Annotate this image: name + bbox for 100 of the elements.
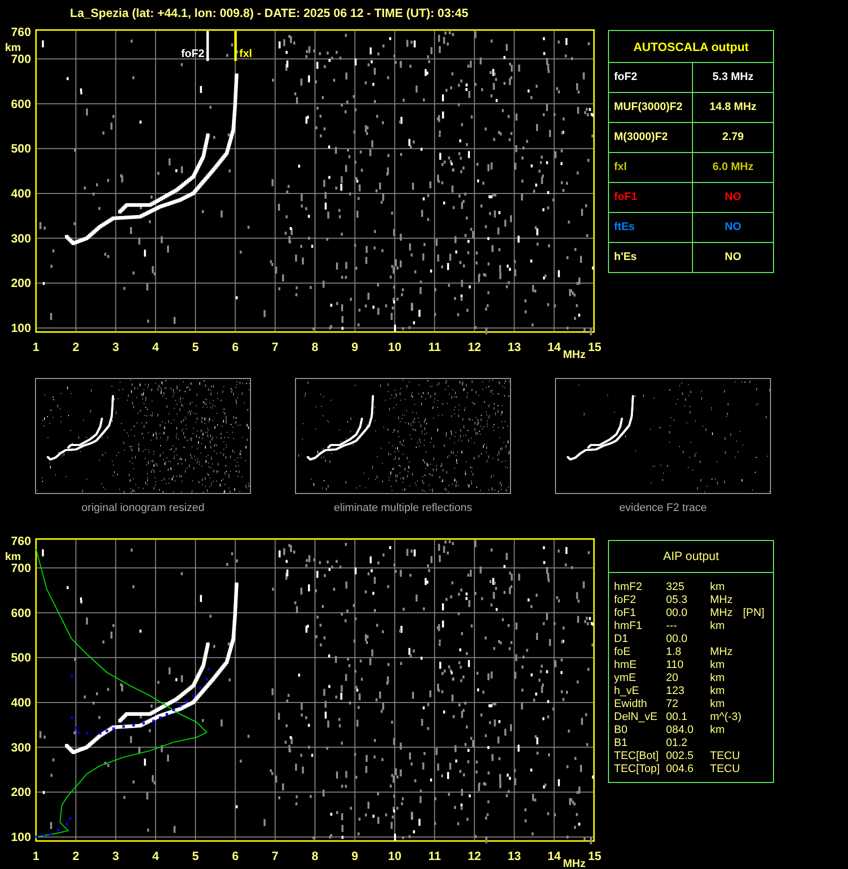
x-tick-label: 15	[588, 848, 602, 862]
x-tick-label: 10	[388, 848, 402, 862]
parameter-unit: km	[710, 724, 726, 736]
parameter-value: 00.0	[666, 608, 688, 618]
parameter-name: hmF1	[614, 620, 644, 632]
parameter-name: hmE	[614, 660, 638, 670]
parameter-value: 004.6	[666, 764, 695, 774]
parameter-value: 084.0	[666, 724, 695, 736]
y-tick-label: 400	[10, 186, 31, 200]
parameter-name: DelN_vE	[614, 712, 658, 722]
parameter-value: 5.3 MHz	[712, 70, 754, 86]
parameter-value: 05.3	[666, 594, 688, 606]
x-tick-label: 1	[32, 340, 40, 354]
x-tick-label: 7	[272, 848, 278, 862]
y-tick-label: 100	[10, 830, 31, 844]
parameter-value: 01.2	[666, 738, 688, 748]
x-tick-label: 9	[352, 340, 358, 354]
y-tick-label: 200	[10, 784, 31, 799]
y-tick-label: 300	[10, 740, 31, 754]
parameter-name: M(3000)F2	[614, 130, 668, 146]
parameter-value: 2.79	[722, 130, 744, 146]
x-tick-label: 1	[32, 848, 40, 862]
parameter-value: 00.1	[666, 712, 688, 722]
parameter-value: 14.8 MHz	[709, 100, 757, 116]
x-tick-label: 14	[547, 848, 561, 862]
parameter-unit: MHz	[710, 646, 734, 658]
parameter-name: TEC[Top]	[614, 764, 661, 774]
parameter-name: B0	[614, 724, 628, 736]
parameter-unit: km	[710, 660, 726, 670]
x-tick-label: 10	[388, 340, 402, 354]
x-tick-label: 8	[312, 340, 318, 354]
parameter-value: 1.8	[666, 646, 682, 658]
parameter-unit: km	[710, 672, 726, 684]
parameter-unit: km	[710, 620, 726, 632]
parameter-note: [PN]	[743, 608, 764, 618]
parameter-value: 00.0	[666, 634, 688, 644]
x-tick-label: 5	[192, 340, 199, 354]
x-tick-label: 11	[428, 848, 441, 862]
parameter-unit: MHz	[710, 608, 734, 618]
x-tick-label: 13	[508, 848, 521, 862]
thumbnail-caption: original ionogram resized	[82, 501, 204, 516]
parameter-value: 110	[666, 660, 685, 670]
x-tick-label: 12	[468, 340, 482, 354]
y-tick-label: 700	[10, 560, 31, 574]
y-tick-label: 500	[10, 650, 31, 664]
parameter-name: B1	[614, 738, 628, 748]
y-tick-label: 760	[10, 25, 31, 39]
parameter-value: NO	[724, 190, 742, 206]
parameter-value: ---	[666, 620, 678, 632]
x-tick-label: 14	[547, 340, 561, 354]
parameter-value: NO	[724, 250, 742, 266]
parameter-value: 002.5	[666, 750, 695, 762]
parameter-name: foF2	[614, 70, 638, 86]
x-tick-label: 4	[152, 848, 159, 862]
y-axis-unit: km	[5, 550, 21, 562]
page-title: La_Spezia (lat: +44.1, lon: 009.8) - DATE: 2025 06 12 - TIME (UT): 03:45	[70, 6, 468, 20]
parameter-name: foF1	[614, 608, 638, 618]
parameter-name: MUF(3000)F2	[614, 100, 682, 116]
parameter-name: foF2	[614, 594, 638, 606]
y-tick-label: 200	[10, 276, 31, 290]
parameter-name: foE	[614, 646, 632, 658]
y-tick-label: 100	[10, 321, 31, 335]
table-title: AIP output	[663, 548, 719, 565]
parameter-name: h_vE	[614, 686, 640, 696]
parameter-unit: MHz	[710, 594, 734, 606]
parameter-value: NO	[724, 220, 742, 236]
parameter-unit: TECU	[710, 764, 741, 774]
y-tick-label: 300	[10, 231, 31, 246]
x-tick-label: 13	[508, 340, 521, 354]
y-tick-label: 400	[10, 694, 31, 709]
parameter-name: Ewidth	[614, 698, 648, 710]
parameter-name: fxl	[614, 160, 627, 176]
x-tick-label: 9	[352, 848, 358, 862]
parameter-unit: km	[710, 686, 726, 696]
parameter-name: foF1	[614, 190, 638, 206]
x-tick-label: 6	[232, 848, 239, 862]
y-tick-label: 700	[10, 52, 31, 66]
parameter-value: 20	[666, 672, 680, 684]
x-tick-label: 2	[72, 848, 80, 862]
x-tick-label: 2	[72, 340, 80, 354]
parameter-value: 72	[666, 698, 680, 710]
x-tick-label: 4	[152, 340, 159, 354]
parameter-value: 123	[666, 686, 686, 696]
y-tick-label: 500	[10, 142, 31, 156]
marker-line	[206, 31, 209, 61]
x-tick-label: 15	[588, 340, 602, 354]
y-tick-label: 600	[10, 605, 31, 620]
x-tick-label: 7	[272, 340, 278, 354]
x-tick-label: 3	[112, 848, 120, 862]
x-tick-label: 12	[468, 848, 482, 862]
x-tick-label: 3	[112, 340, 120, 354]
parameter-name: ymE	[614, 672, 637, 684]
parameter-unit: m^(-3)	[710, 712, 742, 722]
y-tick-label: 600	[10, 96, 31, 111]
table-title: AUTOSCALA output	[633, 38, 749, 56]
x-axis-unit: MHz	[563, 858, 586, 868]
marker-line	[234, 31, 237, 61]
x-tick-label: 6	[232, 340, 239, 354]
parameter-name: h'Es	[614, 250, 637, 266]
marker-label: fxl	[239, 48, 252, 60]
